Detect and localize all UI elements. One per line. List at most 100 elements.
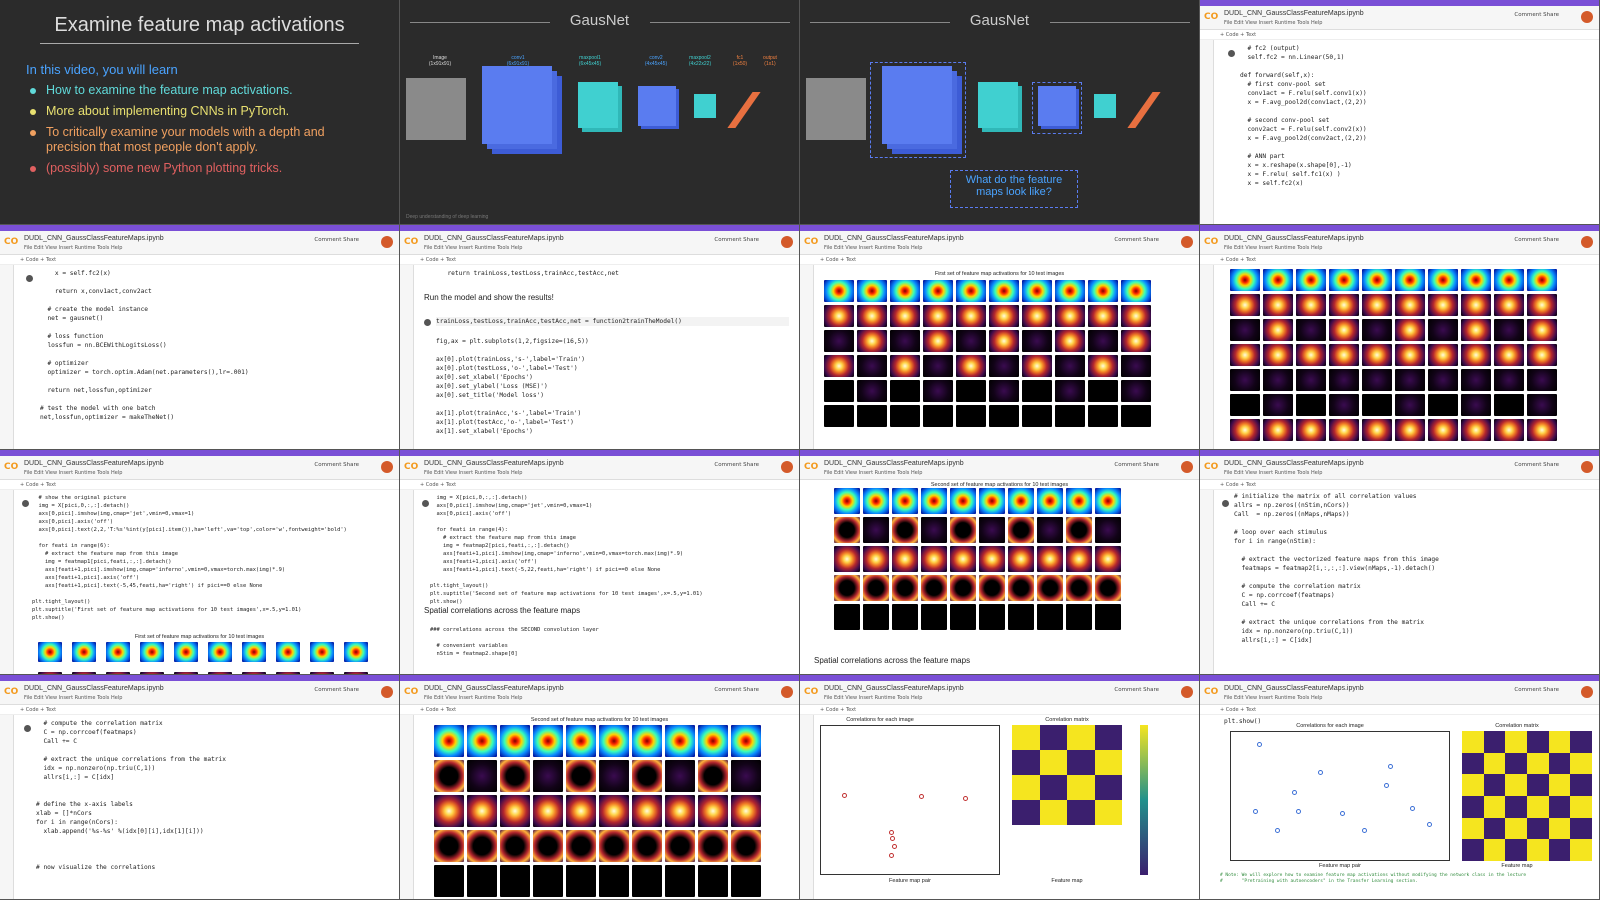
cell-toolbar[interactable]: + Code + Text xyxy=(0,480,399,490)
share-button[interactable]: Comment Share xyxy=(1114,237,1159,243)
cell-toolbar[interactable]: + Code + Text xyxy=(1200,705,1599,715)
notebook-filename[interactable]: DUDL_CNN_GaussClassFeatureMaps.ipynb xyxy=(824,235,964,242)
input-image-block xyxy=(806,78,866,140)
menu-bar[interactable]: File Edit View Insert Runtime Tools Help xyxy=(824,470,922,476)
question-box: What do the feature maps look like? xyxy=(950,170,1078,208)
cell-toolbar[interactable]: + Code + Text xyxy=(0,255,399,265)
user-avatar[interactable] xyxy=(381,461,393,473)
notebook-filename[interactable]: DUDL_CNN_GaussClassFeatureMaps.ipynb xyxy=(824,685,964,692)
notebook-filename[interactable]: DUDL_CNN_GaussClassFeatureMaps.ipynb xyxy=(1224,685,1364,692)
notebook-filename[interactable]: DUDL_CNN_GaussClassFeatureMaps.ipynb xyxy=(1224,10,1364,17)
menu-bar[interactable]: File Edit View Insert Runtime Tools Help xyxy=(1224,20,1322,26)
run-cell-button[interactable] xyxy=(422,500,429,507)
run-cell-button[interactable] xyxy=(1228,50,1235,57)
notebook-filename[interactable]: DUDL_CNN_GaussClassFeatureMaps.ipynb xyxy=(1224,460,1364,467)
user-avatar[interactable] xyxy=(781,686,793,698)
feature-map-cell xyxy=(834,517,860,543)
run-cell-button[interactable] xyxy=(424,319,431,326)
user-avatar[interactable] xyxy=(1581,11,1593,23)
feature-map-cell xyxy=(890,380,920,402)
notebook-filename[interactable]: DUDL_CNN_GaussClassFeatureMaps.ipynb xyxy=(824,460,964,467)
share-button[interactable]: Comment Share xyxy=(1114,462,1159,468)
notebook-filename[interactable]: DUDL_CNN_GaussClassFeatureMaps.ipynb xyxy=(424,685,564,692)
share-button[interactable]: Comment Share xyxy=(714,687,759,693)
share-button[interactable]: Comment Share xyxy=(1514,237,1559,243)
menu-bar[interactable]: File Edit View Insert Runtime Tools Help xyxy=(424,470,522,476)
code-cell[interactable]: # fc2 (output) self.fc2 = nn.Linear(50,1… xyxy=(1240,44,1591,188)
user-avatar[interactable] xyxy=(1581,461,1593,473)
menu-bar[interactable]: File Edit View Insert Runtime Tools Help xyxy=(1224,245,1322,251)
code-cell[interactable]: # initialize the matrix of all correlati… xyxy=(1234,492,1591,645)
code-cell-return[interactable]: return trainLoss,testLoss,trainAcc,testA… xyxy=(440,269,791,278)
code-cell[interactable]: img = X[pici,0,:,:].detach() axs[0,pici]… xyxy=(430,494,791,606)
menu-bar[interactable]: File Edit View Insert Runtime Tools Help xyxy=(24,470,122,476)
share-button[interactable]: Comment Share xyxy=(714,462,759,468)
feature-map-cell xyxy=(956,305,986,327)
heatmap-cell xyxy=(1570,839,1592,861)
feature-map-cell xyxy=(632,760,662,792)
menu-bar[interactable]: File Edit View Insert Runtime Tools Help xyxy=(824,695,922,701)
user-avatar[interactable] xyxy=(781,236,793,248)
feature-map-cell xyxy=(1428,369,1458,391)
menu-bar[interactable]: File Edit View Insert Runtime Tools Help xyxy=(24,695,122,701)
menu-bar[interactable]: File Edit View Insert Runtime Tools Help xyxy=(424,245,522,251)
notebook-filename[interactable]: DUDL_CNN_GaussClassFeatureMaps.ipynb xyxy=(24,685,164,692)
run-cell-button[interactable] xyxy=(26,275,33,282)
feature-map-cell xyxy=(824,405,854,427)
share-button[interactable]: Comment Share xyxy=(314,237,359,243)
menu-bar[interactable]: File Edit View Insert Runtime Tools Help xyxy=(1224,470,1322,476)
user-avatar[interactable] xyxy=(1181,686,1193,698)
cell-toolbar[interactable]: + Code + Text xyxy=(0,705,399,715)
run-cell-button[interactable] xyxy=(1222,500,1229,507)
left-sidebar xyxy=(400,265,414,449)
share-button[interactable]: Comment Share xyxy=(1514,12,1559,18)
share-button[interactable]: Comment Share xyxy=(314,687,359,693)
code-cell-train[interactable]: trainLoss,testLoss,trainAcc,testAcc,net … xyxy=(436,317,789,326)
feature-map-cell xyxy=(921,604,947,630)
user-avatar[interactable] xyxy=(381,686,393,698)
run-cell-button[interactable] xyxy=(22,500,29,507)
cell-toolbar[interactable]: + Code + Text xyxy=(1200,30,1599,40)
code-cell-correlation[interactable]: ### correlations across the SECOND convo… xyxy=(430,626,791,658)
cell-toolbar[interactable]: + Code + Text xyxy=(1200,255,1599,265)
notebook-filename[interactable]: DUDL_CNN_GaussClassFeatureMaps.ipynb xyxy=(424,235,564,242)
cell-toolbar[interactable]: + Code + Text xyxy=(400,480,799,490)
code-cell[interactable]: # compute the correlation matrix C = np.… xyxy=(36,719,391,872)
share-button[interactable]: Comment Share xyxy=(1114,687,1159,693)
share-button[interactable]: Comment Share xyxy=(1514,687,1559,693)
scatter-point xyxy=(888,853,894,859)
run-cell-button[interactable] xyxy=(24,725,31,732)
feature-map-cell xyxy=(892,517,918,543)
share-button[interactable]: Comment Share xyxy=(714,237,759,243)
cell-toolbar[interactable]: + Code + Text xyxy=(800,255,1199,265)
notebook-filename[interactable]: DUDL_CNN_GaussClassFeatureMaps.ipynb xyxy=(424,460,564,467)
cell-toolbar[interactable]: + Code + Text xyxy=(1200,480,1599,490)
colab-header: CO DUDL_CNN_GaussClassFeatureMaps.ipynb Fi… xyxy=(1200,456,1599,480)
user-avatar[interactable] xyxy=(1181,236,1193,248)
user-avatar[interactable] xyxy=(781,461,793,473)
cell-toolbar[interactable]: + Code + Text xyxy=(400,705,799,715)
user-avatar[interactable] xyxy=(1581,686,1593,698)
notebook-filename[interactable]: DUDL_CNN_GaussClassFeatureMaps.ipynb xyxy=(24,235,164,242)
menu-bar[interactable]: File Edit View Insert Runtime Tools Help xyxy=(424,695,522,701)
code-cell[interactable]: x = self.fc2(x) return x,conv1act,conv2a… xyxy=(40,269,391,422)
code-cell-plot[interactable]: fig,ax = plt.subplots(1,2,figsize=(16,5)… xyxy=(436,337,791,436)
user-avatar[interactable] xyxy=(1181,461,1193,473)
share-button[interactable]: Comment Share xyxy=(1514,462,1559,468)
menu-bar[interactable]: File Edit View Insert Runtime Tools Help xyxy=(824,245,922,251)
menu-bar[interactable]: File Edit View Insert Runtime Tools Help xyxy=(24,245,122,251)
feature-map-cell xyxy=(632,865,662,897)
notebook-filename[interactable]: DUDL_CNN_GaussClassFeatureMaps.ipynb xyxy=(1224,235,1364,242)
user-avatar[interactable] xyxy=(381,236,393,248)
notebook-filename[interactable]: DUDL_CNN_GaussClassFeatureMaps.ipynb xyxy=(24,460,164,467)
cell-toolbar[interactable]: + Code + Text xyxy=(400,255,799,265)
menu-bar[interactable]: File Edit View Insert Runtime Tools Help xyxy=(1224,695,1322,701)
user-avatar[interactable] xyxy=(1581,236,1593,248)
code-cell[interactable]: # show the original picture img = X[pici… xyxy=(32,494,391,622)
colab-logo: CO xyxy=(404,462,419,472)
feature-map-cell xyxy=(1008,517,1034,543)
cell-toolbar[interactable]: + Code + Text xyxy=(800,705,1199,715)
feature-map-cell xyxy=(1230,344,1260,366)
share-button[interactable]: Comment Share xyxy=(314,462,359,468)
conv2-highlight xyxy=(1032,82,1082,134)
